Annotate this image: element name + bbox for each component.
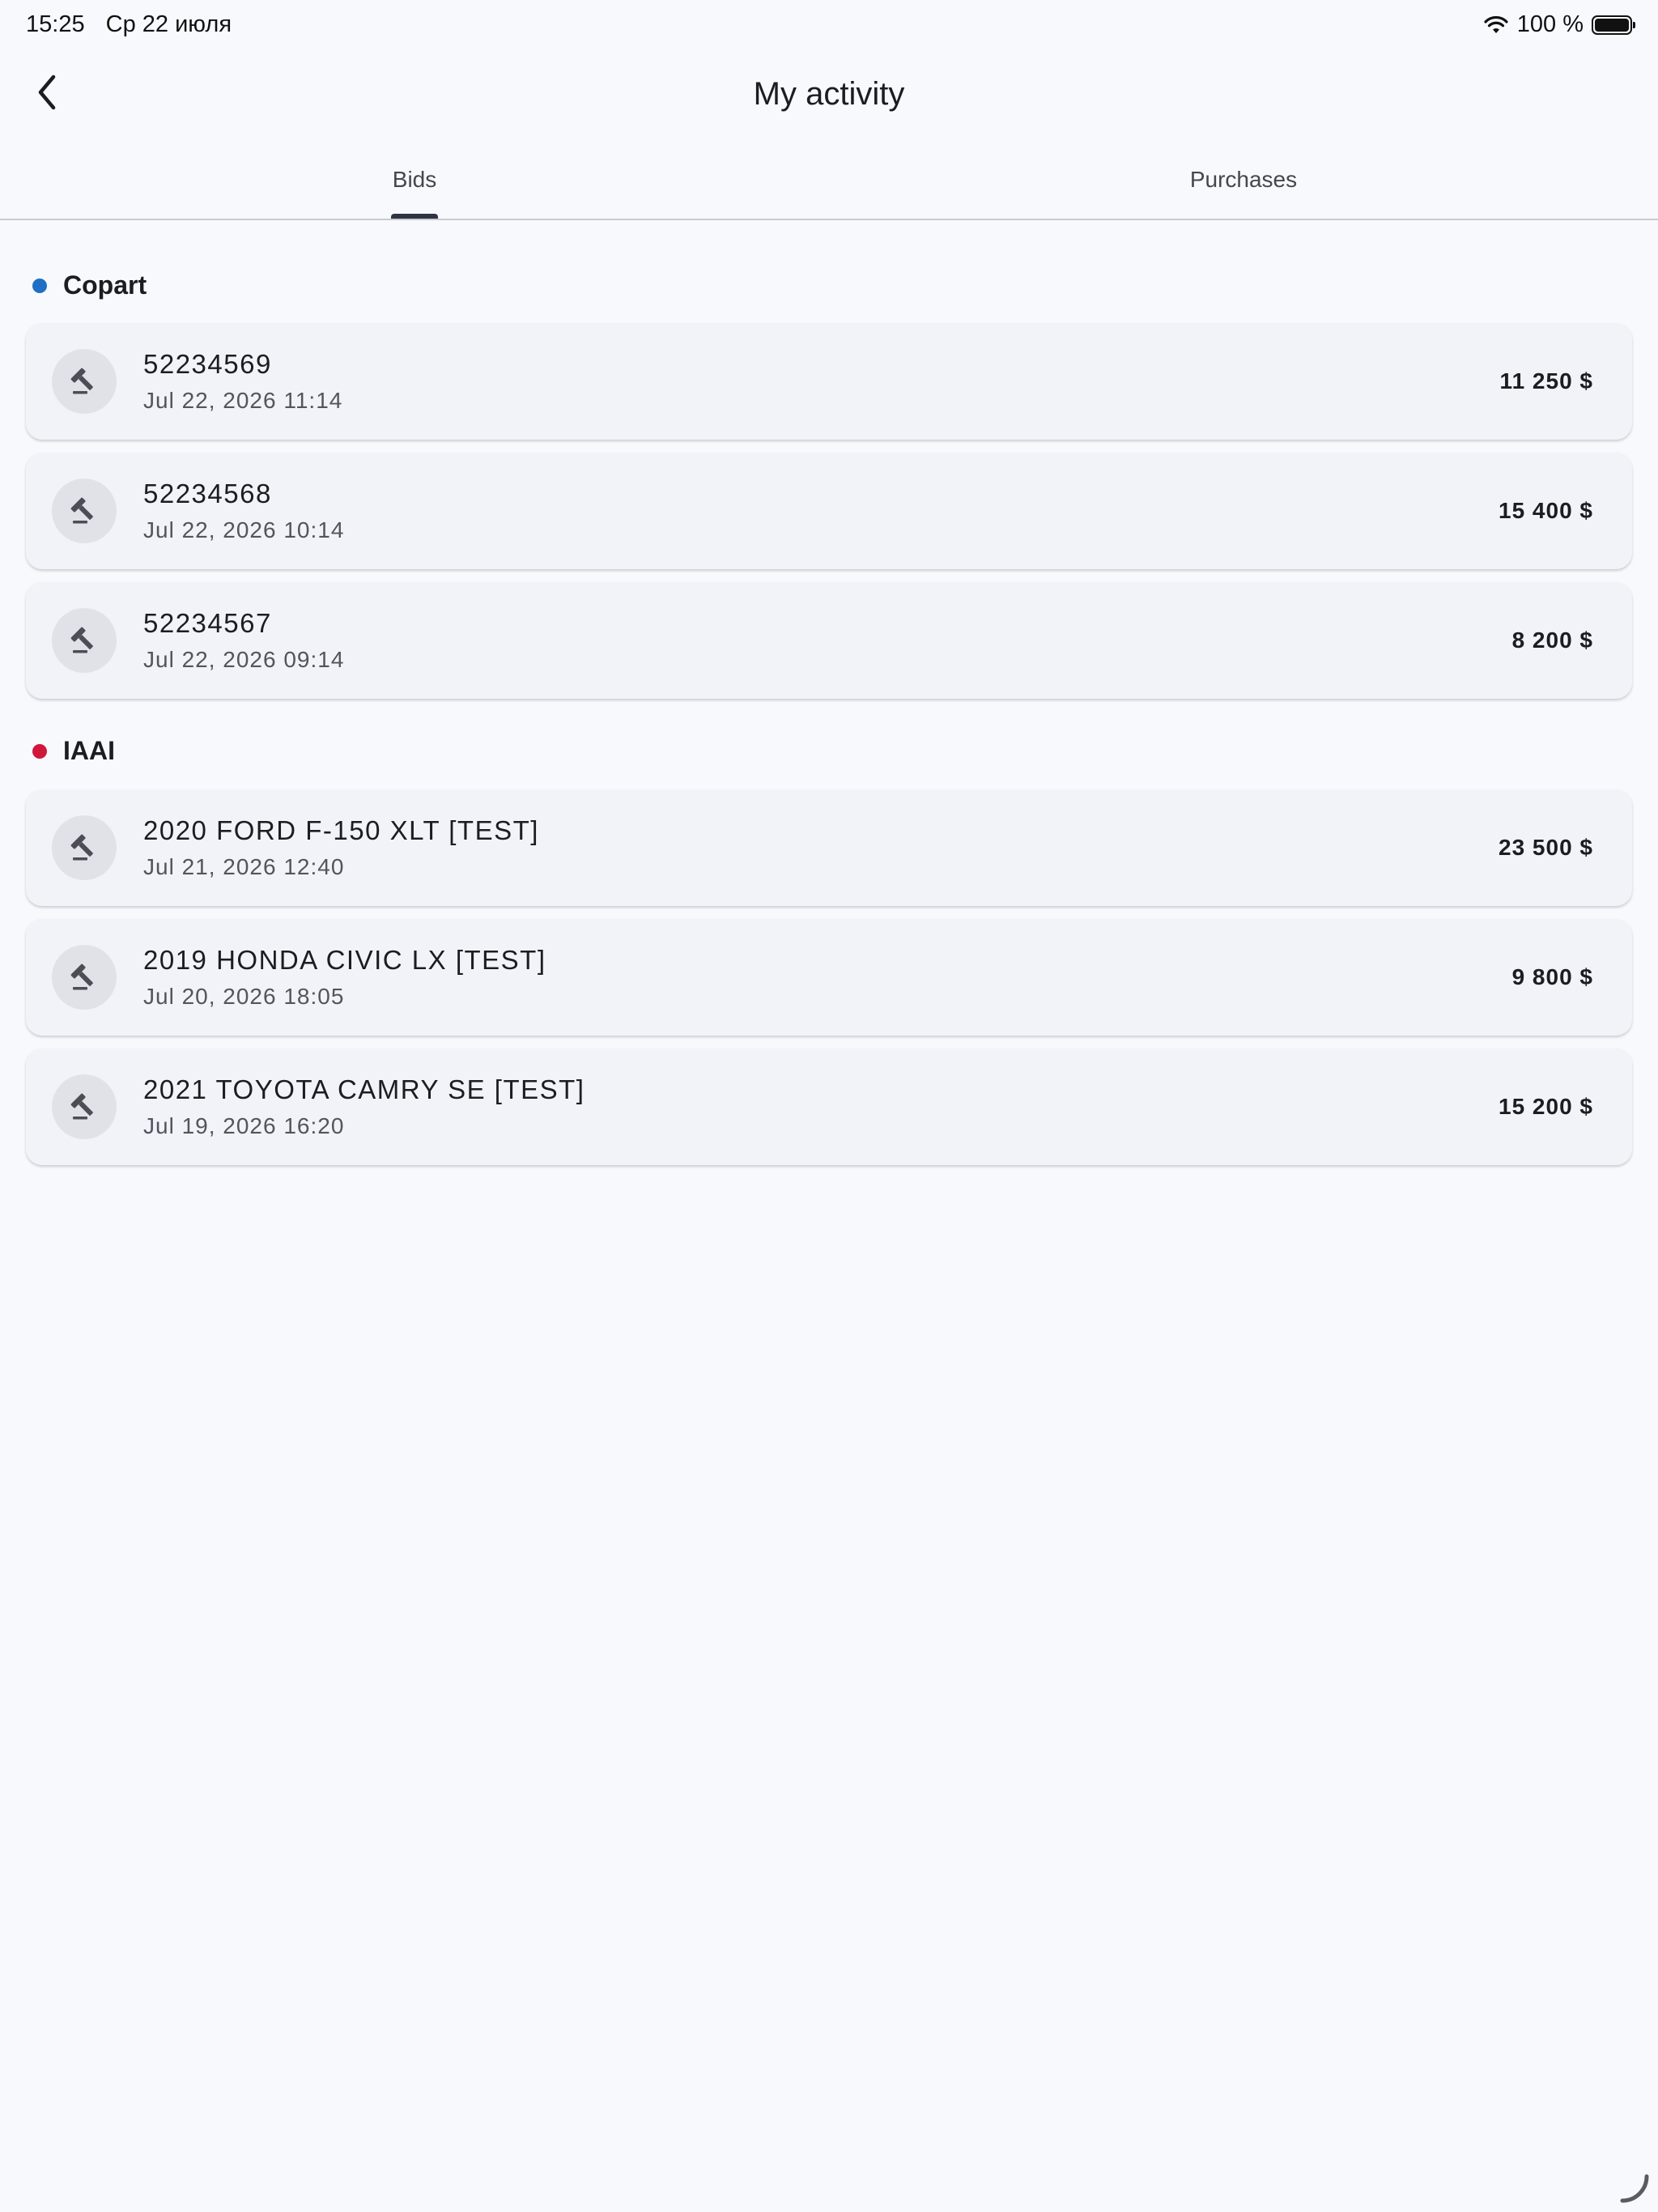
- status-bar: 15:25 Ср 22 июля 100 %: [0, 0, 1658, 52]
- section-header-copart: Copart: [32, 270, 147, 300]
- bid-card-title: 2019 HONDA CIVIC LX [TEST]: [143, 945, 546, 975]
- gavel-icon: [52, 815, 117, 880]
- bid-card-date: Jul 20, 2026 18:05: [143, 984, 345, 1009]
- tab-bids[interactable]: Bids: [0, 143, 829, 219]
- status-date: Ср 22 июля: [105, 11, 232, 37]
- section-header-iaai: IAAI: [32, 736, 115, 766]
- section-title: IAAI: [63, 736, 115, 765]
- gavel-icon: [52, 608, 117, 673]
- bid-card-date: Jul 22, 2026 09:14: [143, 647, 345, 672]
- battery-fill: [1595, 18, 1629, 32]
- tab-bids-label: Bids: [392, 167, 437, 192]
- wifi-icon: [1484, 15, 1508, 33]
- bid-card-amount: 11 250 $: [1499, 368, 1593, 393]
- iaai-dot: [32, 743, 47, 759]
- bid-card[interactable]: 52234568 Jul 22, 2026 10:14 15 400 $: [26, 453, 1632, 569]
- gavel-icon: [52, 479, 117, 543]
- bid-card-date: Jul 22, 2026 10:14: [143, 517, 345, 542]
- status-time: 15:25: [26, 11, 85, 37]
- tab-purchases-label: Purchases: [1189, 167, 1298, 192]
- bid-card-title: 52234567: [143, 608, 272, 638]
- status-right: 100 %: [1483, 11, 1635, 38]
- bid-card-title: 2021 TOYOTA CAMRY SE [TEST]: [143, 1074, 585, 1104]
- corner-resize-icon: [1620, 2174, 1649, 2203]
- gavel-icon: [52, 349, 117, 414]
- app-bar: My activity: [0, 52, 1658, 143]
- bid-card-amount: 8 200 $: [1511, 627, 1593, 653]
- status-left: 15:25 Ср 22 июля: [26, 11, 246, 38]
- bid-card[interactable]: 2021 TOYOTA CAMRY SE [TEST] Jul 19, 2026…: [26, 1049, 1632, 1165]
- bid-card-amount: 9 800 $: [1511, 964, 1593, 989]
- bid-card-title: 52234569: [143, 349, 272, 379]
- bid-card-title: 52234568: [143, 479, 272, 508]
- section-title: Copart: [63, 270, 147, 300]
- tab-indicator: [391, 214, 438, 219]
- bid-card[interactable]: 52234567 Jul 22, 2026 09:14 8 200 $: [26, 582, 1632, 699]
- bid-card-amount: 23 500 $: [1499, 835, 1593, 860]
- bid-card-date: Jul 21, 2026 12:40: [143, 854, 345, 879]
- gavel-icon: [52, 945, 117, 1010]
- gavel-icon: [52, 1074, 117, 1139]
- battery-percent: 100 %: [1516, 11, 1584, 37]
- bid-card-date: Jul 22, 2026 11:14: [143, 388, 343, 413]
- bid-card-title: 2020 FORD F-150 XLT [TEST]: [143, 815, 539, 845]
- bid-card-amount: 15 200 $: [1499, 1094, 1593, 1119]
- tab-bar: Bids Purchases: [0, 143, 1658, 220]
- bid-card-amount: 15 400 $: [1499, 498, 1593, 523]
- bid-card[interactable]: 52234569 Jul 22, 2026 11:14 11 250 $: [26, 323, 1632, 440]
- copart-dot: [32, 278, 47, 293]
- tab-purchases[interactable]: Purchases: [829, 143, 1658, 219]
- bid-card[interactable]: 2020 FORD F-150 XLT [TEST] Jul 21, 2026 …: [26, 789, 1632, 906]
- page-title: My activity: [753, 76, 905, 112]
- bid-card-date: Jul 19, 2026 16:20: [143, 1113, 345, 1138]
- bid-card[interactable]: 2019 HONDA CIVIC LX [TEST] Jul 20, 2026 …: [26, 919, 1632, 1036]
- battery-icon: [1592, 15, 1635, 35]
